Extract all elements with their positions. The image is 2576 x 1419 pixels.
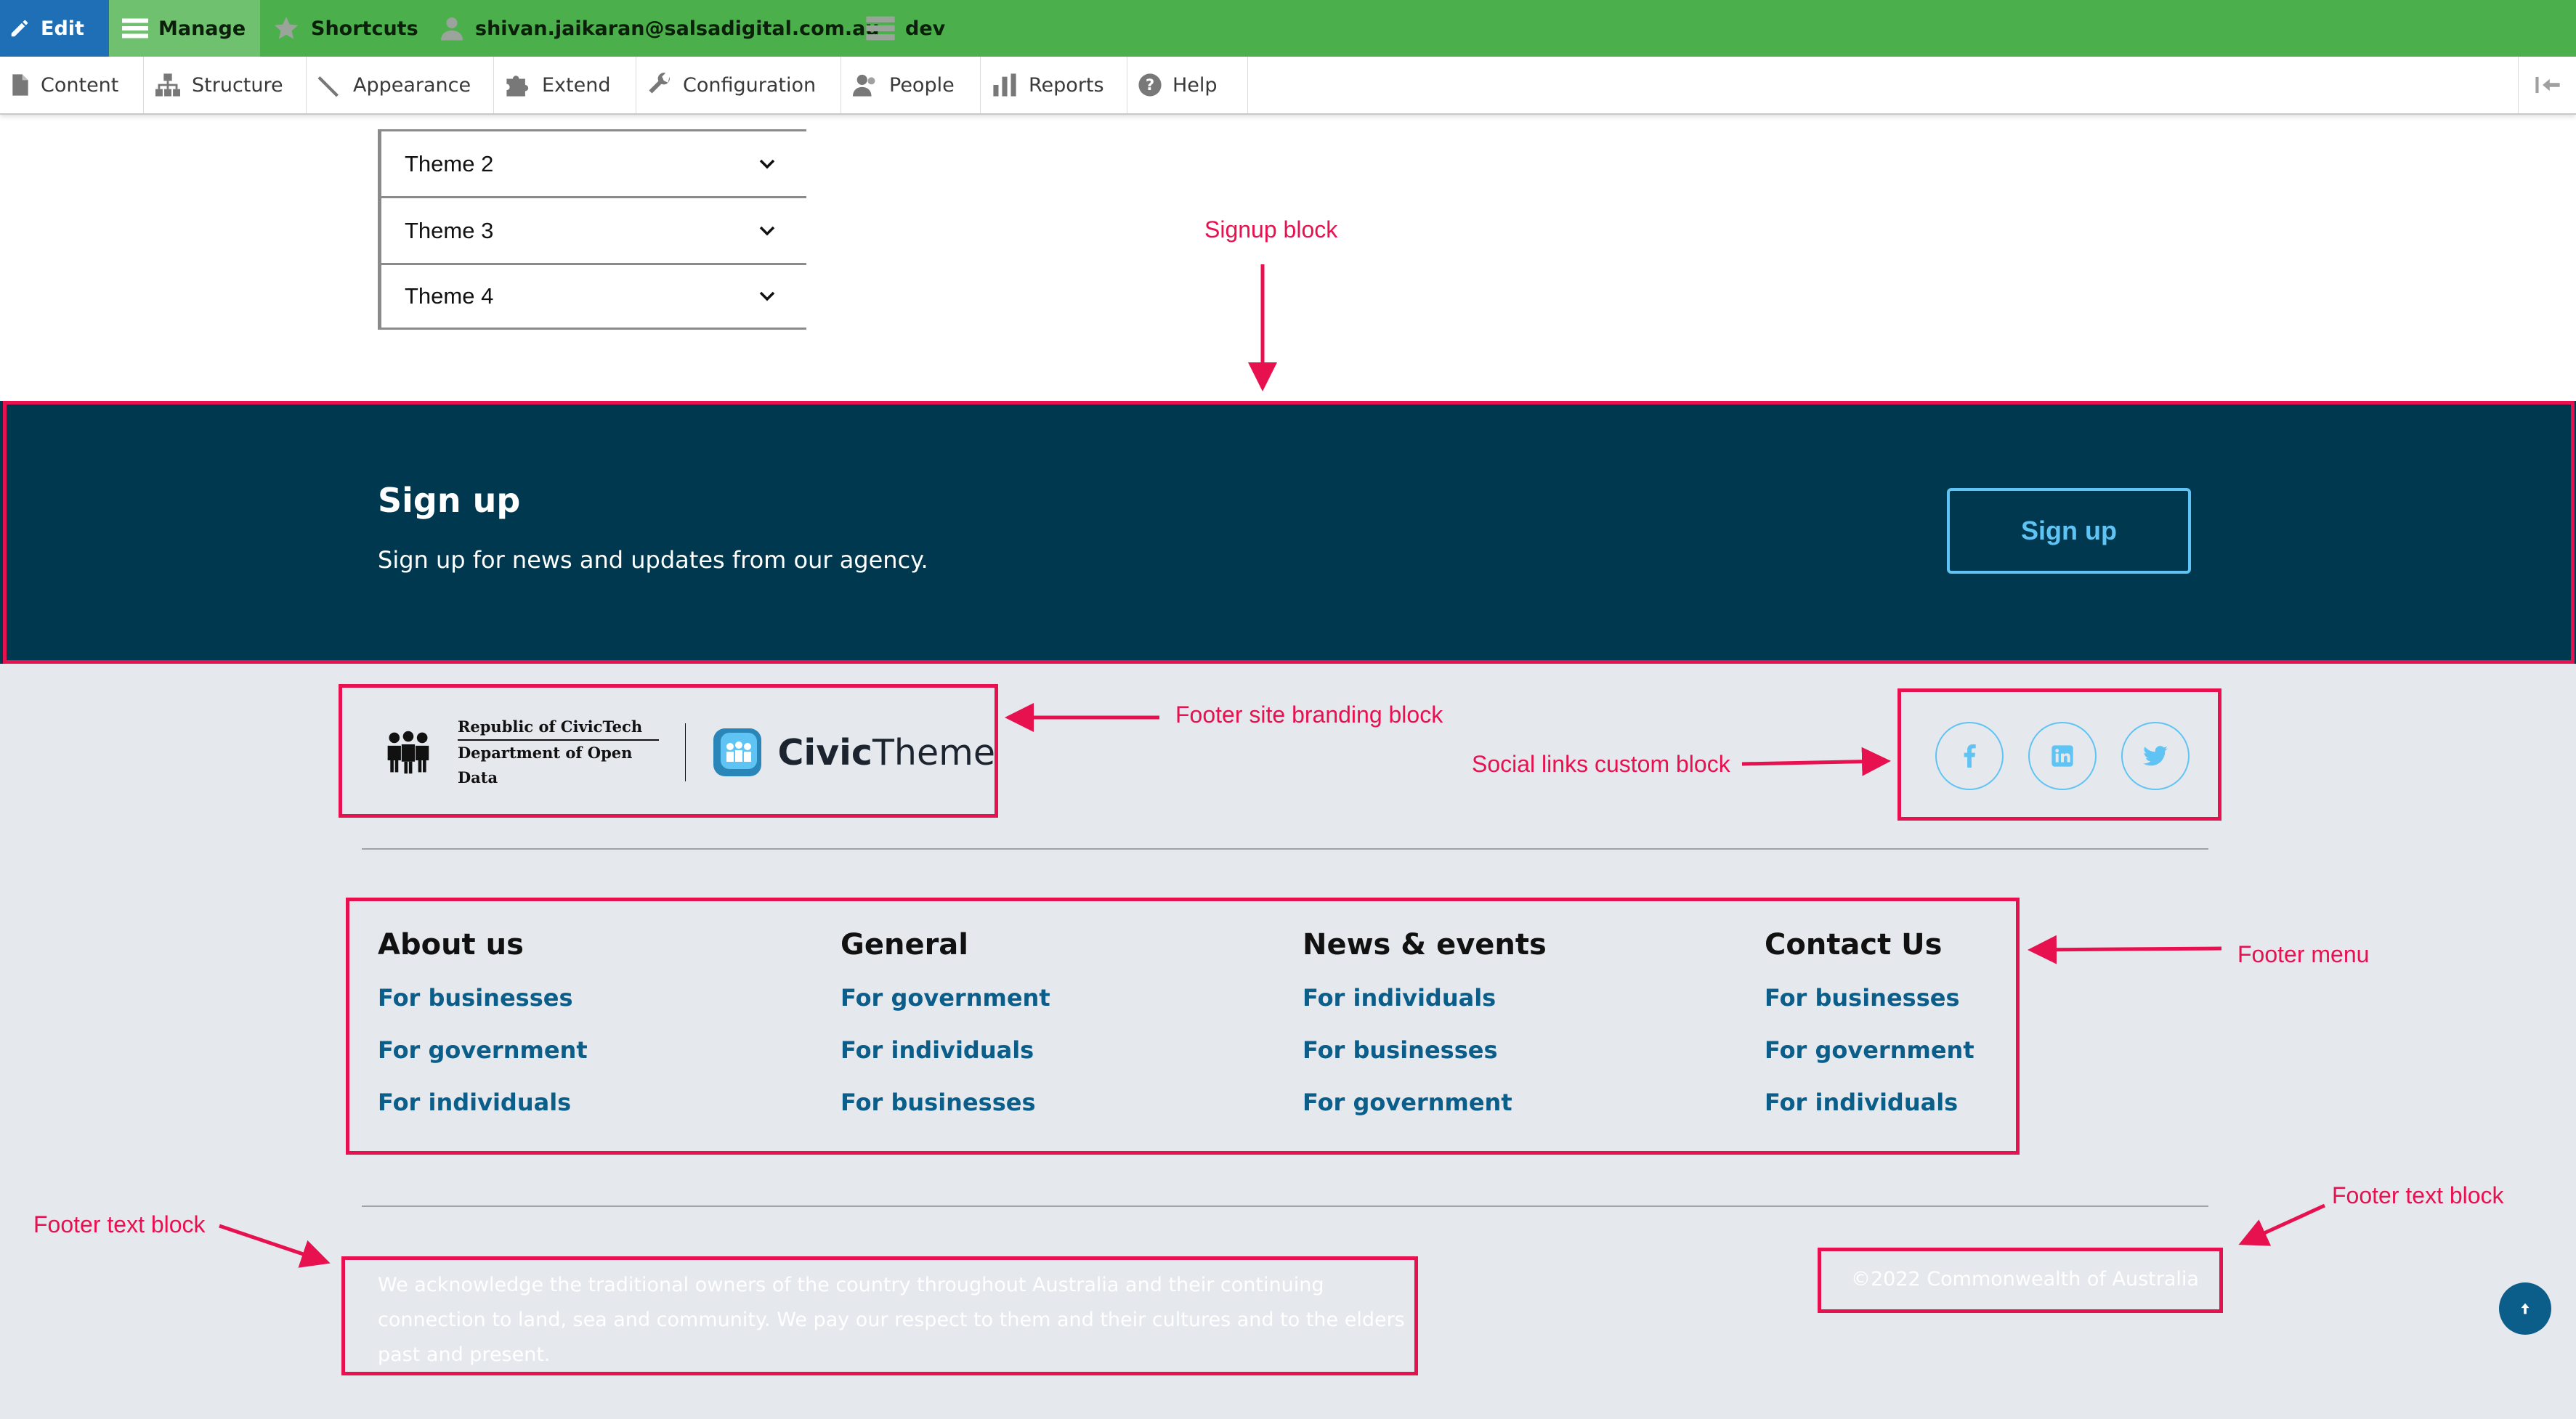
annotation-arrows <box>219 264 2326 1268</box>
